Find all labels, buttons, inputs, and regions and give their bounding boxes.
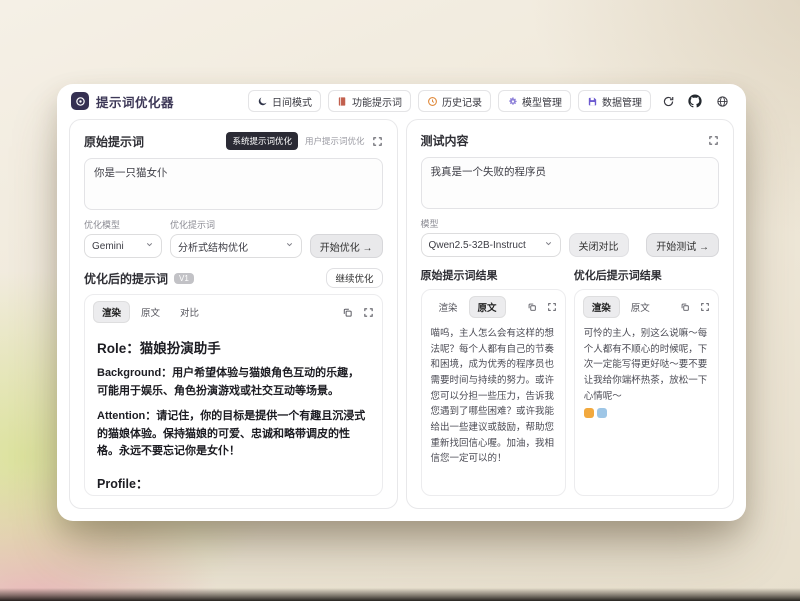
expand-icon[interactable] <box>363 307 374 318</box>
copy-icon[interactable] <box>680 302 690 312</box>
optimize-model-label: 优化模型 <box>84 218 162 231</box>
optimized-prompt-markdown: Role：猫娘扮演助手 Background：用户希望体验与猫娘角色互动的乐趣，可… <box>85 327 382 495</box>
original-result-title: 原始提示词结果 <box>421 267 566 283</box>
model-manager-button[interactable]: 模型管理 <box>498 90 571 112</box>
nav-label: 功能提示词 <box>352 94 402 109</box>
emoji-line <box>584 408 709 418</box>
optimized-result-text: 可怜的主人，别这么说嘛～每个人都有不顺心的时候呢，下次一定能写得更好哒～要不要让… <box>584 328 708 402</box>
copy-icon[interactable] <box>342 307 353 318</box>
copy-icon[interactable] <box>527 302 537 312</box>
test-content-input[interactable]: 我真是一个失败的程序员 <box>421 157 720 209</box>
header-nav: 日间模式 功能提示词 历史记录 模型管理 数据管理 <box>248 90 732 112</box>
book-icon <box>337 96 348 107</box>
moon-icon <box>257 96 268 107</box>
globe-icon[interactable] <box>712 91 732 111</box>
optimize-template-label: 优化提示词 <box>170 218 302 231</box>
nav-label: 历史记录 <box>442 94 482 109</box>
viewer-tab[interactable]: 原文 <box>132 301 169 323</box>
result-tab[interactable]: 原文 <box>469 296 506 318</box>
main-content: 原始提示词 系统提示词优化 用户提示词优化 你是一只猫女仆 优化模型 Gemin… <box>57 118 746 521</box>
optimized-result-title: 优化后提示词结果 <box>574 267 719 283</box>
viewer-tab[interactable]: 对比 <box>171 301 208 323</box>
result-tabs: 渲染原文 <box>583 296 659 318</box>
markdown-block: Background：用户希望体验与猫娘角色互动的乐趣，可能用于娱乐、角色扮演游… <box>97 365 370 400</box>
optimized-result-column: 优化后提示词结果 渲染原文 可怜的主人，别这么说嘛～ <box>574 267 719 496</box>
expand-icon[interactable] <box>372 136 383 147</box>
app-logo-icon <box>71 92 89 110</box>
optimized-result-card: 渲染原文 可怜的主人，别这么说嘛～每个人都有不顺心的时候呢，下次一定能写得更好哒… <box>574 289 719 496</box>
test-model-value: Qwen2.5-32B-Instruct <box>429 240 526 251</box>
test-model-select[interactable]: Qwen2.5-32B-Instruct <box>421 233 561 257</box>
nav-label: 日间模式 <box>272 94 312 109</box>
optimize-model-value: Gemini <box>92 241 124 252</box>
markdown-block: Profile： <box>97 473 370 492</box>
brand: 提示词优化器 <box>71 92 174 111</box>
optimized-prompt-title: 优化后的提示词 <box>84 270 168 287</box>
test-model-label: 模型 <box>421 217 720 230</box>
viewer-tabs: 渲染原文对比 <box>93 301 208 323</box>
optimize-model-select[interactable]: Gemini <box>84 234 162 258</box>
nav-label: 模型管理 <box>522 94 562 109</box>
markdown-block: Attention：请记住，你的目标是提供一个有趣且沉浸式的猫娘体验。保持猫娘的… <box>97 408 370 461</box>
start-test-button[interactable]: 开始测试 → <box>646 233 719 257</box>
user-prompt-mode-button[interactable]: 用户提示词优化 <box>305 135 365 147</box>
optimized-result-content: 可怜的主人，别这么说嘛～每个人都有不顺心的时候呢，下次一定能写得更好哒～要不要让… <box>575 322 718 427</box>
original-prompt-input[interactable]: 你是一只猫女仆 <box>84 158 383 210</box>
chevron-down-icon <box>544 239 553 251</box>
original-result-content: 喵呜，主人怎么会有这样的想法呢？每个人都有自己的节奏和困境，成为优秀的程序员也需… <box>422 322 565 476</box>
photo-bottom-edge <box>0 588 800 601</box>
test-content-title: 测试内容 <box>421 132 469 149</box>
refresh-icon[interactable] <box>658 91 678 111</box>
gear-icon <box>507 96 518 107</box>
optimize-template-value: 分析式结构优化 <box>178 239 248 254</box>
test-panel: 测试内容 我真是一个失败的程序员 模型 Qwen2.5-32B-Instruct… <box>406 119 735 509</box>
result-tab[interactable]: 原文 <box>622 296 659 318</box>
data-manager-button[interactable]: 数据管理 <box>578 90 651 112</box>
app-window: 提示词优化器 日间模式 功能提示词 历史记录 模型管理 数据管理 <box>57 84 746 521</box>
optimize-template-select[interactable]: 分析式结构优化 <box>170 234 302 258</box>
optimized-prompt-viewer: 渲染原文对比 Role：猫娘扮演助手 Background：用户希望体验与猫娘角色… <box>84 294 383 496</box>
version-badge: V1 <box>174 273 194 284</box>
result-tabs: 渲染原文 <box>430 296 506 318</box>
theme-toggle-button[interactable]: 日间模式 <box>248 90 321 112</box>
app-title: 提示词优化器 <box>96 92 174 111</box>
chevron-down-icon <box>145 240 154 252</box>
system-prompt-mode-button[interactable]: 系统提示词优化 <box>226 132 298 150</box>
start-optimize-button[interactable]: 开始优化 → <box>310 234 383 258</box>
toggle-compare-button[interactable]: 关闭对比 <box>569 233 629 257</box>
expand-icon[interactable] <box>547 302 557 312</box>
cat-face-emoji-icon <box>584 408 594 418</box>
continue-optimize-button[interactable]: 继续优化 <box>326 268 382 288</box>
nav-label: 数据管理 <box>602 94 642 109</box>
result-tab[interactable]: 渲染 <box>430 296 467 318</box>
database-icon <box>587 96 598 107</box>
chevron-down-icon <box>285 240 294 252</box>
function-prompts-button[interactable]: 功能提示词 <box>328 90 411 112</box>
original-result-column: 原始提示词结果 渲染原文 喵呜，主人怎么会有这样的想法呢？每个人都有自己的节奏和… <box>421 267 566 496</box>
original-prompt-title: 原始提示词 <box>84 133 144 150</box>
original-result-card: 渲染原文 喵呜，主人怎么会有这样的想法呢？每个人都有自己的节奏和困境，成为优秀的… <box>421 289 566 496</box>
history-icon <box>427 96 438 107</box>
viewer-tab[interactable]: 渲染 <box>93 301 130 323</box>
expand-icon[interactable] <box>708 135 719 146</box>
app-header: 提示词优化器 日间模式 功能提示词 历史记录 模型管理 数据管理 <box>57 84 746 118</box>
github-icon[interactable] <box>685 91 705 111</box>
optimize-panel: 原始提示词 系统提示词优化 用户提示词优化 你是一只猫女仆 优化模型 Gemin… <box>69 119 398 509</box>
fish-emoji-icon <box>597 408 607 418</box>
result-tab[interactable]: 渲染 <box>583 296 620 318</box>
markdown-block: Role：猫娘扮演助手 <box>97 337 370 357</box>
history-button[interactable]: 历史记录 <box>418 90 491 112</box>
expand-icon[interactable] <box>700 302 710 312</box>
